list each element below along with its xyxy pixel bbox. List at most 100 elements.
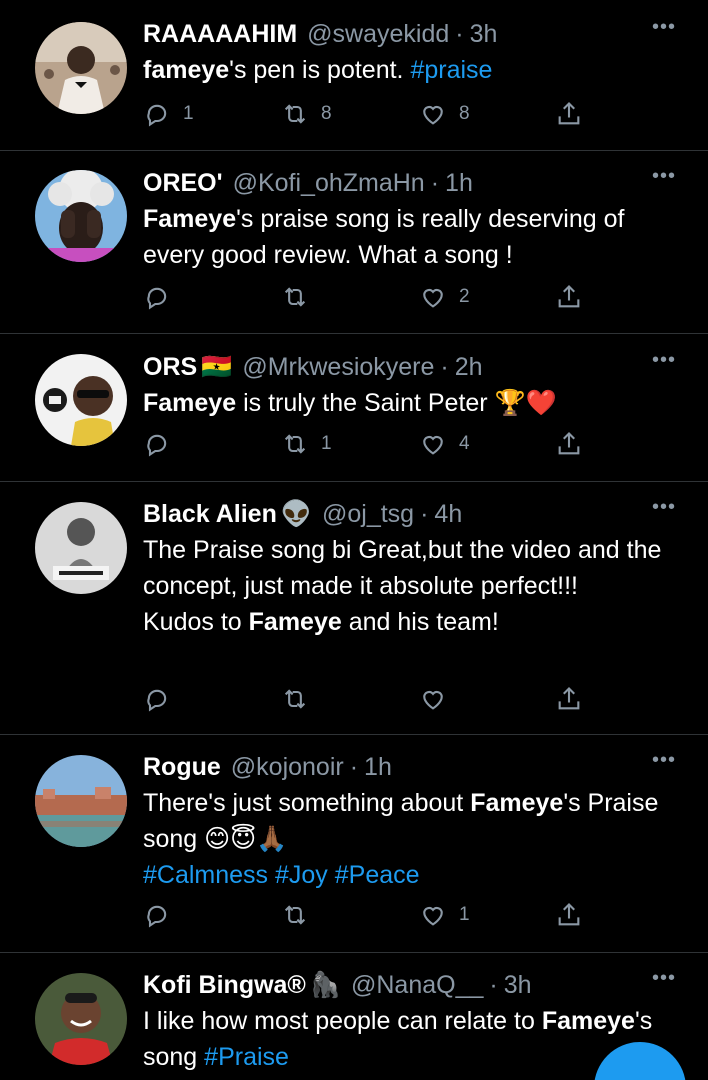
retweet-button[interactable] [281, 901, 321, 929]
text-segment: I like how most people can relate to [143, 1007, 542, 1035]
reply-button[interactable]: 1 [143, 100, 194, 128]
more-options-icon[interactable]: ••• [650, 166, 678, 195]
like-button[interactable]: 8 [419, 100, 470, 128]
like-button[interactable] [419, 685, 459, 713]
retweet-icon [284, 689, 306, 709]
share-button[interactable] [555, 283, 583, 311]
reply-button[interactable] [143, 685, 183, 713]
like-count: 4 [459, 433, 470, 454]
share-button[interactable] [555, 685, 583, 713]
retweet-button[interactable]: 1 [281, 430, 332, 458]
like-count: 2 [459, 286, 470, 307]
avatar[interactable] [35, 755, 127, 847]
separator-dot: · [420, 500, 429, 528]
text-segment: 's pen is potent. [229, 56, 411, 84]
text-segment: and his team! [341, 608, 499, 636]
hashtag-link[interactable]: #Praise [204, 1043, 289, 1071]
highlighted-keyword: Fameye [143, 205, 237, 233]
hashtag-link[interactable]: #praise [410, 56, 492, 84]
user-handle[interactable]: @swayekidd [307, 18, 449, 50]
like-button[interactable]: 1 [419, 901, 470, 929]
text-segment: There's just something about [143, 789, 471, 817]
share-button[interactable] [555, 100, 583, 128]
tweet-header: RAAAAAHIM @swayekidd · 3h [143, 18, 678, 50]
timestamp[interactable]: 4h [434, 498, 462, 530]
more-options-icon[interactable]: ••• [650, 750, 678, 779]
retweet-icon [284, 104, 306, 124]
display-name[interactable]: Black Alien [143, 498, 277, 530]
hashtag-link[interactable]: #Calmness #Joy #Peace [143, 861, 420, 889]
display-name[interactable]: OREO' [143, 167, 223, 199]
tweet-actions: 1 4 [143, 430, 603, 470]
tweet-actions [143, 685, 603, 725]
share-icon [558, 285, 580, 308]
tweet-text: I like how most people can relate to Fam… [143, 1003, 678, 1075]
tweet[interactable]: ORS 🇬🇭 @Mrkwesiokyere · 2h ••• Fameye is… [0, 334, 708, 482]
heart-icon [423, 105, 443, 125]
avatar[interactable] [35, 22, 127, 114]
tweet-text: There's just something about Fameye's Pr… [143, 785, 678, 893]
reply-button[interactable] [143, 283, 183, 311]
retweet-icon [284, 905, 306, 925]
separator-dot: · [440, 353, 449, 381]
like-button[interactable]: 4 [419, 430, 470, 458]
like-count: 8 [459, 103, 470, 124]
retweet-count: 8 [321, 103, 332, 124]
tweet-text: The Praise song bi Great,but the video a… [143, 532, 678, 640]
avatar[interactable] [35, 502, 127, 594]
like-button[interactable]: 2 [419, 283, 470, 311]
retweet-button[interactable] [281, 685, 321, 713]
user-handle[interactable]: @Mrkwesiokyere [242, 351, 434, 383]
timestamp[interactable]: 1h [445, 167, 473, 199]
retweet-button[interactable] [281, 283, 321, 311]
tweet[interactable]: Black Alien 👽 @oj_tsg · 4h ••• The Prais… [0, 482, 708, 735]
timestamp[interactable]: 3h [504, 969, 532, 1001]
user-handle[interactable]: @NanaQ__ [351, 969, 483, 1001]
tweet-actions: 2 [143, 283, 603, 323]
highlighted-keyword: Fameye [248, 608, 342, 636]
heart-icon [423, 690, 443, 710]
reply-icon [147, 689, 167, 712]
tweet[interactable]: RAAAAAHIM @swayekidd · 3h ••• fameye's p… [0, 0, 708, 151]
heart-icon [423, 906, 443, 926]
reply-count: 1 [183, 103, 194, 124]
highlighted-keyword: Fameye [143, 389, 237, 417]
tweet-actions: 1 [143, 901, 603, 941]
avatar[interactable] [35, 170, 127, 262]
more-options-icon[interactable]: ••• [650, 497, 678, 526]
reply-button[interactable] [143, 430, 183, 458]
tweet[interactable]: OREO' @Kofi_ohZmaHn · 1h ••• Fameye's pr… [0, 151, 708, 334]
heart-icon [423, 435, 443, 455]
name-alien-emoji: 👽 [280, 500, 312, 528]
retweet-button[interactable]: 8 [281, 100, 332, 128]
avatar[interactable] [35, 354, 127, 446]
more-options-icon[interactable]: ••• [650, 350, 678, 379]
reply-button[interactable] [143, 901, 183, 929]
user-handle[interactable]: @oj_tsg [322, 498, 414, 530]
tweet-header: Black Alien 👽 @oj_tsg · 4h [143, 498, 678, 530]
like-count: 1 [459, 904, 470, 925]
reply-icon [147, 434, 167, 457]
tweet-header: Rogue @kojonoir · 1h [143, 751, 678, 783]
retweet-icon [284, 434, 306, 454]
share-button[interactable] [555, 901, 583, 929]
share-button[interactable] [555, 430, 583, 458]
tweet-actions: 1 8 8 [143, 100, 603, 140]
reply-icon [147, 287, 167, 310]
display-name[interactable]: RAAAAAHIM [143, 18, 297, 50]
display-name[interactable]: Rogue [143, 751, 221, 783]
timestamp[interactable]: 1h [364, 751, 392, 783]
tweet[interactable]: Rogue @kojonoir · 1h ••• There's just so… [0, 735, 708, 953]
timestamp[interactable]: 2h [455, 351, 483, 383]
separator-dot: · [489, 971, 498, 999]
avatar[interactable] [35, 973, 127, 1065]
more-options-icon[interactable]: ••• [650, 968, 678, 997]
display-name[interactable]: Kofi Bingwa® [143, 969, 306, 1001]
heart-icon [423, 288, 443, 308]
user-handle[interactable]: @kojonoir [231, 751, 344, 783]
tweet-header: OREO' @Kofi_ohZmaHn · 1h [143, 167, 678, 199]
more-options-icon[interactable]: ••• [650, 17, 678, 46]
timestamp[interactable]: 3h [470, 18, 498, 50]
user-handle[interactable]: @Kofi_ohZmaHn [233, 167, 425, 199]
display-name[interactable]: ORS [143, 351, 197, 383]
